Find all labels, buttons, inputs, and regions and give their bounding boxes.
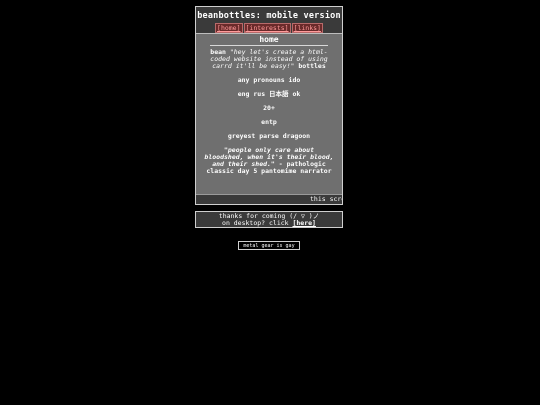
citation-paragraph: "people only care about bloodshed, when …	[204, 147, 334, 175]
marquee-text: this scrolls	[310, 195, 342, 203]
bio-class: greyest parse dragoon	[227, 132, 311, 140]
nav-home-link[interactable]: [home]	[215, 23, 243, 33]
footer-panel: thanks for coming (/ ▽ )ノ on desktop? cl…	[195, 211, 343, 228]
bio-mbti: entp	[261, 118, 277, 126]
site-title: beanbottles: mobile version	[197, 11, 341, 21]
title-divider	[210, 45, 328, 46]
bio-age: 20+	[263, 104, 275, 112]
intro-paragraph: bean "hey let's create a html-coded webs…	[204, 49, 334, 70]
desktop-link[interactable]: [here]	[292, 219, 315, 227]
nav-interests-link[interactable]: [interests]	[243, 23, 291, 33]
scrolling-marquee: this scrolls	[196, 194, 342, 204]
bio-languages: eng rus 日本語 ok	[237, 90, 301, 98]
main-panel: beanbottles: mobile version [home] [inter…	[195, 6, 343, 205]
page-title: home	[259, 35, 279, 44]
stamp-badge: metal gear is gay	[238, 241, 300, 250]
bio-section: bean "hey let's create a html-coded webs…	[196, 49, 342, 175]
site-header: beanbottles: mobile version [home] [inter…	[196, 7, 342, 34]
nav-links-link[interactable]: [links]	[291, 23, 323, 33]
footer-desktop-line: on desktop? click [here]	[196, 220, 342, 227]
footer-desktop-text: on desktop? click	[222, 219, 289, 227]
nav-bar: [home] [interests] [links]	[196, 23, 342, 33]
bio-pronouns: any pronouns ido	[237, 76, 301, 84]
intro-quote-suffix: bottles	[298, 62, 326, 70]
